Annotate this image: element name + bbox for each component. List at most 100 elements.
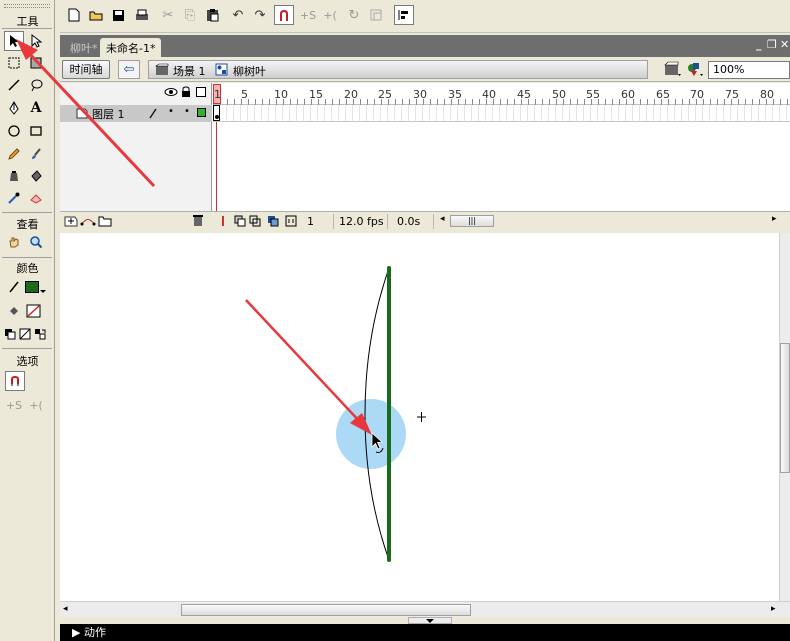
ruler-number: 40 — [482, 88, 496, 101]
ruler-number: 50 — [552, 88, 566, 101]
gradient-transform-tool-icon[interactable] — [26, 53, 46, 73]
edit-multiple-frames-icon[interactable] — [267, 215, 279, 230]
oval-tool-icon[interactable] — [4, 121, 24, 141]
add-layer-icon[interactable] — [64, 214, 78, 230]
divider — [2, 257, 52, 258]
horizontal-scrollbar[interactable]: ◂ ▸ — [60, 601, 790, 617]
no-color-icon[interactable] — [17, 324, 33, 344]
back-arrow-icon[interactable]: ⇦ — [118, 60, 140, 79]
open-file-icon[interactable] — [86, 5, 106, 25]
edit-scene-icon[interactable] — [664, 60, 682, 81]
outline-icon[interactable] — [196, 87, 206, 97]
print-icon[interactable] — [132, 5, 152, 25]
keyframe[interactable] — [213, 105, 220, 121]
tab-liuye[interactable]: 柳叶* — [64, 38, 104, 57]
minimize-icon[interactable]: _ — [756, 38, 762, 51]
breadcrumb: 场景 1 柳树叶 — [148, 60, 648, 79]
cut-icon[interactable]: ✂ — [158, 5, 178, 25]
hscroll-left-icon[interactable]: ◂ — [63, 604, 68, 614]
modify-onion-markers-icon[interactable] — [285, 215, 297, 230]
elapsed-time: 0.0s — [394, 214, 434, 229]
paste-icon[interactable] — [202, 5, 222, 25]
rotate-icon[interactable]: ↻ — [344, 5, 364, 25]
scale-icon[interactable] — [366, 5, 386, 25]
visibility-dot[interactable]: • — [168, 106, 174, 117]
onion-skin-icon[interactable] — [234, 215, 246, 230]
edit-bar: 时间轴 ⇦ 场景 1 柳树叶 100% — [60, 57, 790, 82]
panel-grip[interactable] — [4, 4, 50, 8]
snap-magnet-icon[interactable] — [274, 5, 294, 25]
text-tool-icon[interactable]: A — [26, 98, 46, 118]
snap-to-objects-icon[interactable] — [5, 371, 25, 391]
fill-color-icon[interactable] — [4, 301, 24, 321]
add-guide-layer-icon[interactable] — [80, 214, 96, 230]
timeline-toggle-button[interactable]: 时间轴 — [62, 60, 110, 79]
vertical-scroll-thumb[interactable] — [780, 343, 790, 473]
zoom-tool-icon[interactable] — [26, 232, 46, 252]
lock-icon[interactable] — [181, 86, 191, 101]
redo-icon[interactable]: ↷ — [250, 5, 270, 25]
fill-color-none-swatch[interactable] — [24, 301, 44, 321]
stage[interactable] — [60, 233, 790, 601]
straighten-icon[interactable]: +( — [26, 395, 46, 415]
pencil-tool-icon[interactable] — [4, 144, 24, 164]
frames-row[interactable] — [213, 105, 790, 122]
restore-icon[interactable]: ❐ — [767, 38, 777, 51]
symbol-label[interactable]: 柳树叶 — [233, 63, 266, 79]
outline-color-square[interactable] — [197, 108, 206, 117]
frame-rate[interactable]: 12.0 fps — [336, 214, 388, 229]
align-icon[interactable] — [394, 5, 414, 25]
new-file-icon[interactable] — [64, 5, 84, 25]
layer-row[interactable]: 图层 1 • • — [60, 105, 212, 122]
vertical-scrollbar[interactable] — [779, 233, 790, 601]
smooth-toolbar-icon[interactable]: +S — [298, 5, 318, 25]
line-tool-icon[interactable] — [4, 75, 24, 95]
scroll-right-icon[interactable]: ▸ — [772, 214, 777, 224]
lock-dot[interactable]: • — [184, 106, 190, 117]
add-folder-icon[interactable] — [98, 214, 112, 230]
delete-layer-icon[interactable] — [192, 214, 204, 230]
panel-collapse-handle[interactable] — [408, 617, 452, 624]
paint-bucket-tool-icon[interactable] — [26, 166, 46, 186]
smooth-icon[interactable]: +S — [4, 395, 24, 415]
copy-icon[interactable]: ⎘ — [180, 5, 200, 25]
swap-colors-icon[interactable] — [32, 324, 48, 344]
playhead-line — [216, 122, 217, 211]
scene-label[interactable]: 场景 1 — [173, 63, 206, 79]
flash-window: 工具 A 查看 颜色 选项 +S +(✂ ⎘ ↶ ↷ +S +(↻ 柳叶* … — [0, 0, 790, 641]
save-icon[interactable] — [108, 5, 128, 25]
center-frame-icon[interactable] — [218, 215, 228, 230]
actions-panel-header[interactable]: ▶ 动作 — [60, 624, 790, 641]
zoom-select[interactable]: 100% — [708, 61, 790, 79]
straighten-toolbar-icon[interactable]: +( — [320, 5, 340, 25]
eyedropper-tool-icon[interactable] — [4, 188, 24, 208]
ink-bottle-tool-icon[interactable] — [4, 166, 24, 186]
scroll-left-icon[interactable]: ◂ — [440, 214, 445, 224]
tab-untitled[interactable]: 未命名-1* — [100, 38, 162, 57]
frame-ruler[interactable]: 1 5 10 15 20 25 30 35 40 45 50 55 60 65 … — [213, 83, 790, 105]
hscroll-right-icon[interactable]: ▸ — [771, 604, 776, 614]
ruler-number: 35 — [448, 88, 462, 101]
black-white-icon[interactable] — [2, 324, 18, 344]
close-icon[interactable]: ✕ — [780, 38, 789, 51]
eraser-tool-icon[interactable] — [26, 188, 46, 208]
hand-tool-icon[interactable] — [4, 232, 24, 252]
stroke-color-icon[interactable] — [4, 277, 24, 297]
onion-skin-outline-icon[interactable] — [249, 215, 261, 230]
stroke-color-swatch[interactable] — [24, 277, 46, 297]
rectangle-tool-icon[interactable] — [26, 121, 46, 141]
eye-icon[interactable] — [164, 87, 178, 100]
layer-name[interactable]: 图层 1 — [92, 106, 125, 122]
selection-tool-icon[interactable] — [4, 31, 24, 51]
current-frame: 1 — [304, 214, 334, 229]
undo-icon[interactable]: ↶ — [228, 5, 248, 25]
edit-symbol-icon[interactable] — [686, 60, 704, 81]
divider — [2, 212, 52, 213]
brush-tool-icon[interactable] — [26, 144, 46, 164]
lasso-tool-icon[interactable] — [26, 75, 46, 95]
pen-tool-icon[interactable] — [4, 98, 24, 118]
timeline-scroll-thumb[interactable]: ||| — [450, 215, 494, 227]
subselection-tool-icon[interactable] — [26, 31, 46, 51]
free-transform-tool-icon[interactable] — [4, 53, 24, 73]
horizontal-scroll-thumb[interactable] — [181, 604, 471, 616]
